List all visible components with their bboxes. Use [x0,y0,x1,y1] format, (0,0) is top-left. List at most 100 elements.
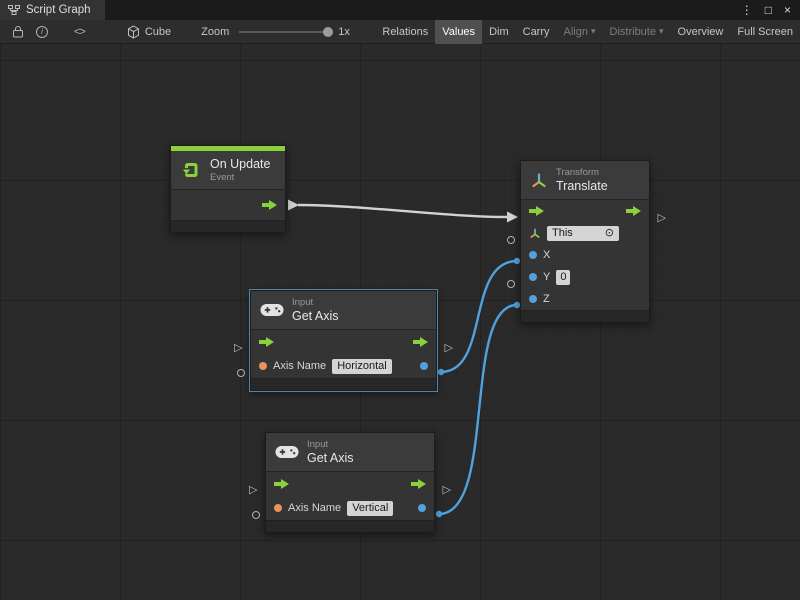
y-port-ring[interactable] [507,280,515,288]
axis-name-input[interactable]: Horizontal [332,359,392,374]
axis-name-port-ring[interactable] [252,511,260,519]
node-title: Get Axis [292,309,339,323]
this-selector[interactable]: This ⊙ [547,226,619,241]
tab-script-graph[interactable]: Script Graph [0,0,105,20]
fullscreen-button[interactable]: Full Screen [730,20,800,44]
wire-vertical-to-z[interactable] [439,305,517,514]
gamepad-icon [275,445,299,459]
overview-button[interactable]: Overview [671,20,731,44]
y-value-input[interactable]: 0 [556,270,570,285]
node-category: Transform [556,167,608,178]
align-label: Align [564,26,588,38]
flow-continue-marker[interactable]: ▷ [658,213,666,224]
relations-button[interactable]: Relations [375,20,435,44]
maximize-button[interactable]: □ [765,4,772,16]
flow-enter-marker[interactable]: ▷ [234,343,242,354]
chevron-down-icon: ▾ [659,27,664,36]
node-footer [171,220,285,232]
carry-button[interactable]: Carry [516,20,557,44]
wire-arrowhead [288,200,299,211]
wire-endpoint [436,511,442,517]
node-category: Input [292,297,339,308]
target-picker-icon[interactable]: ⊙ [605,227,614,240]
flow-output-port[interactable] [626,206,641,216]
code-view-button[interactable]: <> [68,20,91,44]
script-graph-icon [8,4,20,16]
zoom-slider-track[interactable] [239,31,331,33]
node-footer [266,520,434,532]
x-input-port[interactable] [529,251,537,259]
z-input-port[interactable] [529,295,537,303]
dim-button[interactable]: Dim [482,20,516,44]
flow-ports-row [171,190,285,220]
node-header: Input Get Axis [266,433,434,472]
result-output-port[interactable] [420,362,428,370]
flow-input-port[interactable] [274,479,289,489]
wire-arrowhead [507,212,518,223]
cube-icon [127,25,140,39]
flow-input-port[interactable] [529,206,544,216]
flow-ports-row [521,200,649,222]
z-port-row: Z [521,288,649,310]
zoom-slider-handle[interactable] [323,27,333,37]
lock-icon [12,25,24,38]
axis-name-input-port[interactable] [259,362,267,370]
node-footer [251,378,436,390]
flow-output-port[interactable] [413,337,428,347]
node-get-axis-horizontal[interactable]: Input Get Axis Axis Name Horizontal ▷ ▷ [250,290,437,391]
x-port-label: X [543,249,550,261]
graph-toolbar: i <> Cube Zoom 1x Relations Values Dim C… [0,20,800,44]
wire-on-update-to-translate[interactable] [298,205,507,217]
overview-label: Overview [678,26,724,38]
node-title: Translate [556,179,608,193]
transform-mini-icon [529,227,541,239]
values-button[interactable]: Values [435,20,482,44]
wire-horizontal-to-x[interactable] [441,261,517,372]
flow-ports-row [266,472,434,496]
this-port-ring[interactable] [507,236,515,244]
window-menu-button[interactable]: ⋮ [741,4,753,16]
distribute-button[interactable]: Distribute ▾ [603,20,671,44]
zoom-label: Zoom [201,26,229,38]
node-subtitle: Event [210,172,270,183]
align-button[interactable]: Align ▾ [557,20,603,44]
flow-output-port[interactable] [411,479,426,489]
lock-button[interactable] [6,20,30,44]
node-get-axis-vertical[interactable]: Input Get Axis Axis Name Vertical ▷ ▷ [265,432,435,533]
info-icon: i [36,26,48,38]
y-port-label: Y [543,271,550,283]
y-port-row: Y 0 [521,266,649,288]
axis-name-input-port[interactable] [274,504,282,512]
flow-enter-marker[interactable]: ▷ [249,485,257,496]
zoom-value: 1x [338,26,350,38]
flow-continue-marker[interactable]: ▷ [445,343,453,354]
zoom-slider[interactable] [239,25,331,39]
axis-name-row: Axis Name Horizontal [251,354,436,378]
flow-input-port[interactable] [259,337,274,347]
node-on-update[interactable]: On Update Event [170,145,286,233]
tab-title: Script Graph [26,4,91,16]
flow-continue-marker[interactable]: ▷ [443,485,451,496]
flow-output-port[interactable] [262,200,277,210]
y-input-port[interactable] [529,273,537,281]
axis-name-port-ring[interactable] [237,369,245,377]
z-port-label: Z [543,293,550,305]
axis-name-label: Axis Name [273,360,326,372]
close-button[interactable]: × [784,4,791,16]
node-footer [521,310,649,322]
node-translate[interactable]: Transform Translate This [520,160,650,323]
wire-endpoint [438,369,444,375]
graph-canvas[interactable]: On Update Event Transform Transl [0,44,800,600]
chevron-down-icon: ▾ [591,27,596,36]
distribute-label: Distribute [610,26,656,38]
axis-name-row: Axis Name Vertical [266,496,434,520]
axis-name-input[interactable]: Vertical [347,501,393,516]
on-update-icon [180,159,202,181]
node-header: Input Get Axis [251,291,436,330]
result-output-port[interactable] [418,504,426,512]
x-port-row: X [521,244,649,266]
flow-ports-row [251,330,436,354]
graph-target: Cube [127,25,171,39]
title-bar: Script Graph ⋮ □ × [0,0,800,20]
info-button[interactable]: i [30,20,54,44]
